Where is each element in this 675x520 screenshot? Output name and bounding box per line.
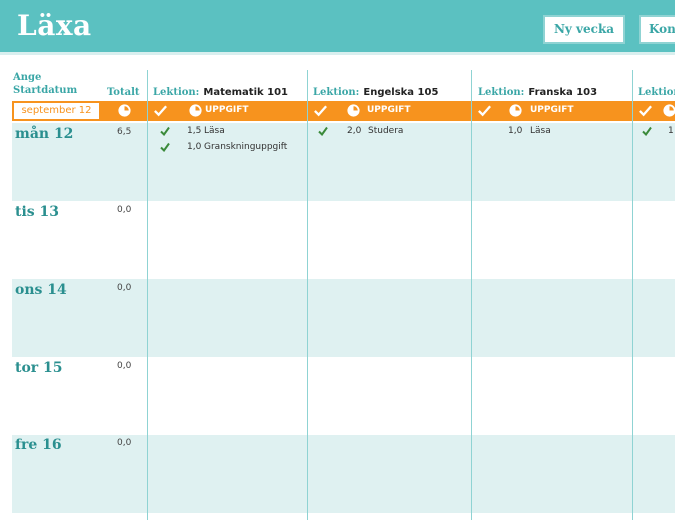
day-row — [12, 357, 675, 435]
day-total-wed: 0,0 — [117, 283, 132, 293]
start-date-label-line2: Startdatum — [13, 85, 78, 96]
lesson-name-math[interactable]: Matematik 101 — [203, 87, 288, 98]
app-header: Läxa Ny vecka Konfi — [0, 0, 675, 55]
task-hours[interactable]: 1 — [668, 126, 674, 136]
done-check-icon[interactable] — [642, 126, 652, 136]
day-label-thu: tor 15 — [15, 360, 63, 376]
column-divider — [471, 70, 472, 520]
clock-icon — [347, 104, 360, 117]
day-total-thu: 0,0 — [117, 361, 132, 371]
task-text[interactable]: Läsa — [530, 126, 551, 136]
check-icon — [314, 105, 328, 117]
task-text[interactable]: Läsa — [204, 126, 225, 136]
task-hours[interactable]: 1,5 — [187, 126, 201, 136]
done-check-icon[interactable] — [318, 126, 328, 136]
task-column-header: UPPGIFT — [367, 105, 411, 115]
day-total-fri: 0,0 — [117, 438, 132, 448]
day-row — [12, 123, 675, 201]
start-date-label-line1: Ange — [13, 72, 42, 83]
day-label-mon: mån 12 — [15, 126, 74, 142]
lesson-label: Lektion: — [478, 87, 525, 98]
lesson-label: Lektion: — [313, 87, 360, 98]
day-total-tue: 0,0 — [117, 205, 132, 215]
task-hours[interactable]: 1,0 — [508, 126, 522, 136]
done-check-icon[interactable] — [160, 142, 170, 152]
app-title: Läxa — [17, 9, 92, 42]
task-hours[interactable]: 1,0 — [187, 142, 201, 152]
clock-icon — [663, 104, 675, 117]
lesson-label: Lektion: — [153, 87, 200, 98]
day-label-fri: fre 16 — [15, 437, 62, 453]
task-hours[interactable]: 2,0 — [347, 126, 361, 136]
check-icon — [639, 105, 653, 117]
lesson-header-math: Lektion: Matematik 101 — [153, 87, 288, 98]
clock-icon — [118, 104, 131, 117]
day-row — [12, 435, 675, 513]
check-icon — [154, 105, 168, 117]
day-label-wed: ons 14 — [15, 282, 67, 298]
day-total-mon: 6,5 — [117, 127, 132, 137]
config-button[interactable]: Konfi — [639, 15, 675, 44]
task-column-header: UPPGIFT — [205, 105, 249, 115]
task-column-header: UPPGIFT — [530, 105, 574, 115]
column-divider — [632, 70, 633, 520]
lesson-name-french[interactable]: Franska 103 — [528, 87, 597, 98]
task-text[interactable]: Granskninguppgift — [204, 142, 287, 152]
task-text[interactable]: Studera — [368, 126, 403, 136]
clock-icon — [189, 104, 202, 117]
lesson-name-english[interactable]: Engelska 105 — [363, 87, 438, 98]
lesson-header-french: Lektion: Franska 103 — [478, 87, 597, 98]
column-divider — [307, 70, 308, 520]
done-check-icon[interactable] — [160, 126, 170, 136]
day-label-tue: tis 13 — [15, 204, 60, 220]
column-divider — [147, 70, 148, 520]
day-row — [12, 201, 675, 279]
start-date-label: Ange Startdatum — [13, 71, 77, 97]
lesson-header-4: Lektion: — [638, 87, 675, 98]
lesson-label: Lektion: — [638, 87, 675, 98]
total-column-header: Totalt — [107, 87, 140, 98]
task-header-bar — [12, 101, 675, 121]
start-date-input[interactable]: september 12 — [13, 102, 100, 120]
day-row — [12, 279, 675, 357]
check-icon — [478, 105, 492, 117]
clock-icon — [509, 104, 522, 117]
new-week-button[interactable]: Ny vecka — [543, 15, 625, 44]
lesson-header-english: Lektion: Engelska 105 — [313, 87, 438, 98]
